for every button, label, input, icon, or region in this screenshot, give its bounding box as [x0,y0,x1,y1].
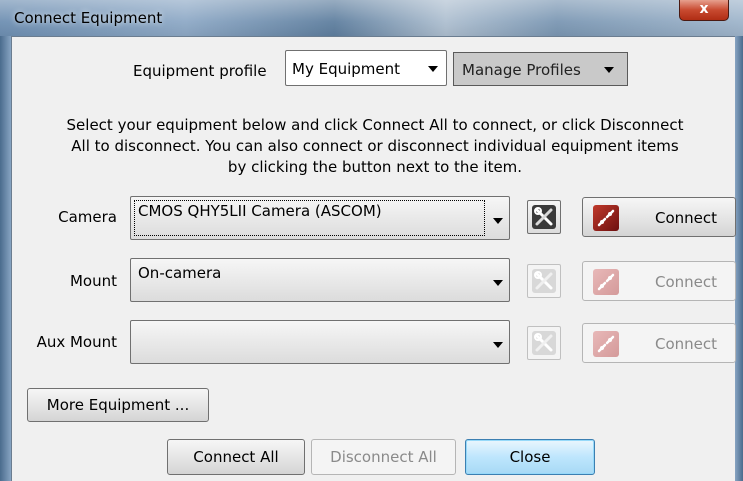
tools-icon [532,269,556,293]
close-button[interactable]: Close [465,439,595,475]
chevron-down-icon [493,280,503,286]
chevron-down-icon [493,342,503,348]
camera-select[interactable]: CMOS QHY5LII Camera (ASCOM) [130,196,510,240]
instructions-text: Select your equipment below and click Co… [30,115,720,178]
camera-value: CMOS QHY5LII Camera (ASCOM) [138,202,382,220]
aux-mount-select[interactable] [130,320,510,364]
camera-setup-button[interactable] [527,200,561,234]
disconnect-all-button[interactable]: Disconnect All [311,439,456,475]
window-title: Connect Equipment [14,9,163,27]
window-frame-left [0,36,11,481]
aux-mount-label: Aux Mount [36,333,117,351]
instructions-line: All to disconnect. You can also connect … [71,137,679,155]
equipment-profile-label: Equipment profile [133,62,267,80]
manage-profiles-button[interactable]: Manage Profiles [453,52,628,86]
plug-icon [593,269,619,295]
camera-connect-label: Connect [655,209,718,227]
aux-mount-connect-button[interactable]: Connect [582,323,736,363]
tools-icon [532,205,556,229]
chevron-down-icon [493,218,503,224]
mount-label: Mount [69,272,117,290]
aux-mount-setup-button[interactable] [527,326,561,360]
tools-icon [532,331,556,355]
mount-select[interactable]: On-camera [130,258,510,302]
title-bar[interactable]: Connect Equipment x [0,0,743,36]
mount-setup-button[interactable] [527,264,561,298]
window-close-button[interactable]: x [679,0,729,21]
aux-mount-connect-label: Connect [655,335,718,353]
instructions-line: Select your equipment below and click Co… [66,116,684,134]
equipment-profile-select[interactable]: My Equipment [285,50,447,86]
mount-connect-button[interactable]: Connect [582,261,736,301]
window-frame-right [735,36,743,481]
camera-label: Camera [58,208,117,226]
more-equipment-button[interactable]: More Equipment ... [27,388,209,422]
mount-connect-label: Connect [655,273,718,291]
chevron-down-icon [428,66,438,72]
plug-icon [593,331,619,357]
equipment-profile-value: My Equipment [292,60,401,78]
mount-value: On-camera [138,264,222,282]
chevron-down-icon [604,67,614,73]
instructions-line: by clicking the button next to the item. [227,158,523,176]
camera-connect-button[interactable]: Connect [582,197,736,237]
connect-all-button[interactable]: Connect All [167,439,305,475]
plug-icon [593,205,619,231]
manage-profiles-label: Manage Profiles [462,61,581,79]
